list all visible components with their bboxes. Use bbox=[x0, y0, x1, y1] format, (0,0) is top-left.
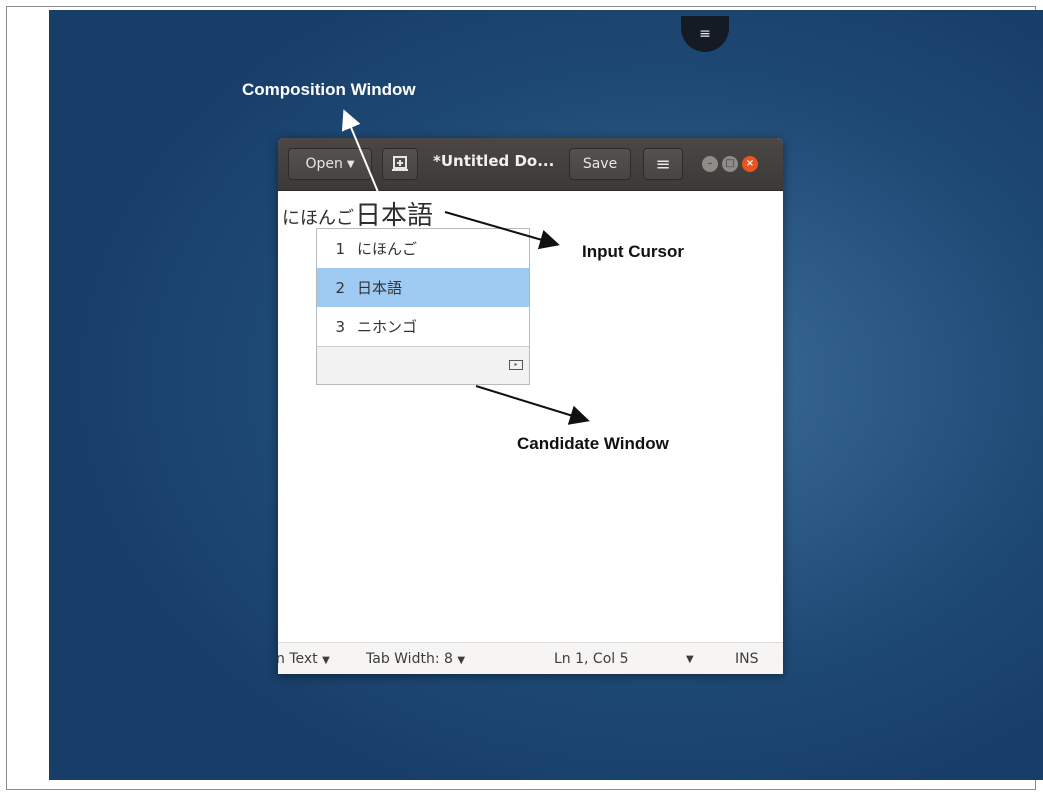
annotation-arrows bbox=[341, 109, 590, 425]
candidate-arrow bbox=[475, 385, 590, 425]
input-cursor-arrow bbox=[444, 211, 560, 250]
composition-arrow bbox=[341, 109, 379, 193]
